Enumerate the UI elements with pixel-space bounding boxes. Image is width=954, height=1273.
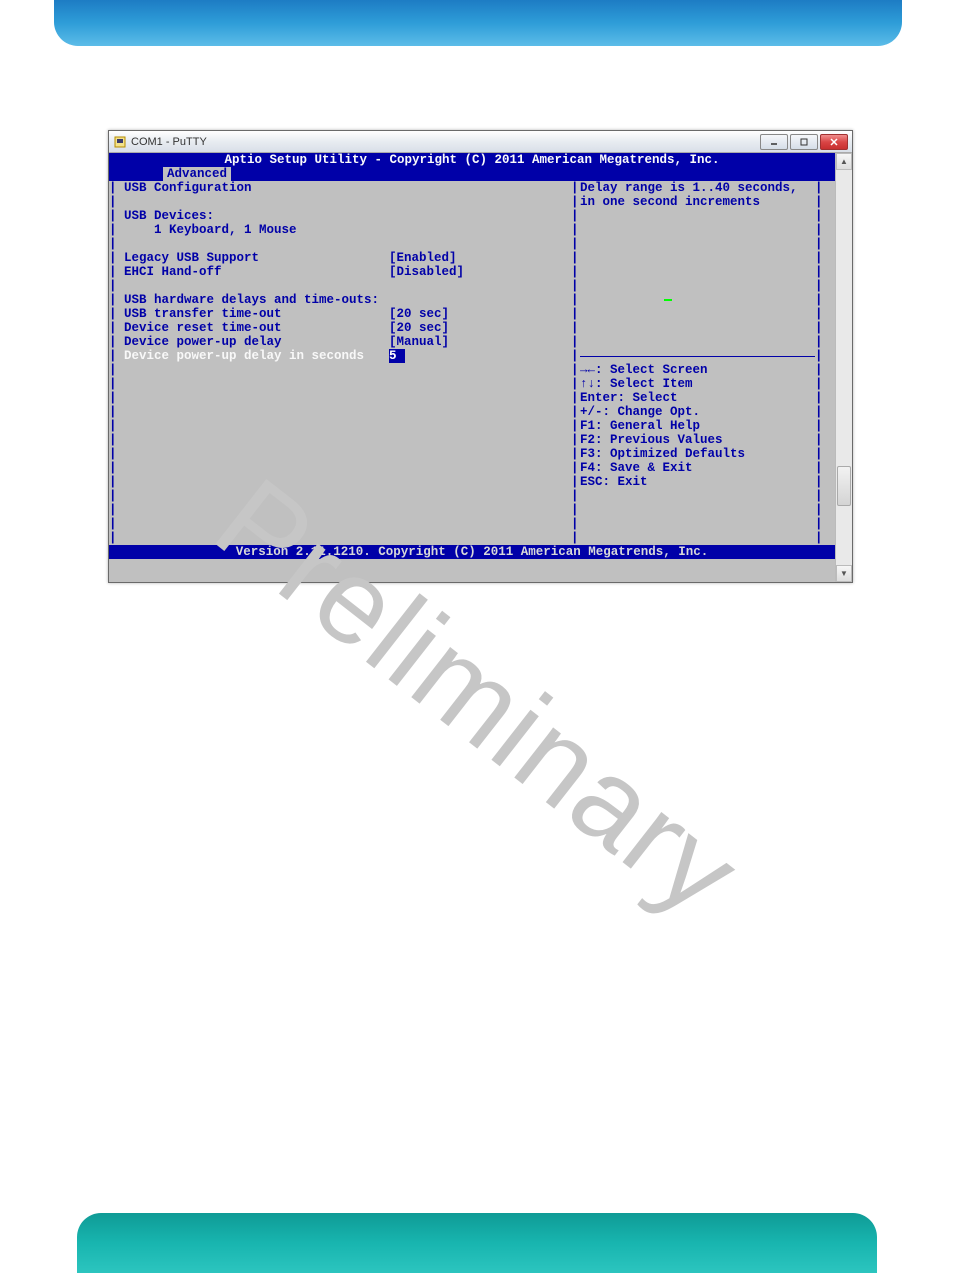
- selected-setting-value[interactable]: 5: [389, 349, 405, 363]
- scroll-thumb[interactable]: [837, 466, 851, 506]
- maximize-button[interactable]: [790, 134, 818, 150]
- nav-hint: F3: Optimized Defaults: [580, 447, 745, 461]
- usb-devices-label: USB Devices:: [124, 209, 214, 223]
- help-line-1: Delay range is 1..40 seconds,: [580, 181, 798, 195]
- setting-label[interactable]: USB transfer time-out: [124, 307, 282, 321]
- tab-advanced[interactable]: Advanced: [163, 167, 231, 181]
- setting-label[interactable]: Device reset time-out: [124, 321, 282, 335]
- bios-footer: Version 2.11.1210. Copyright (C) 2011 Am…: [109, 545, 835, 559]
- setting-value[interactable]: [20 sec]: [389, 307, 449, 321]
- usb-devices-value: 1 Keyboard, 1 Mouse: [154, 223, 297, 237]
- window-controls: [760, 134, 848, 150]
- nav-hint: F1: General Help: [580, 419, 700, 433]
- minimize-button[interactable]: [760, 134, 788, 150]
- terminal-content[interactable]: Aptio Setup Utility - Copyright (C) 2011…: [109, 153, 835, 582]
- scroll-up-button[interactable]: ▲: [836, 153, 852, 170]
- terminal-cursor: [664, 299, 672, 301]
- scrollbar[interactable]: ▲ ▼: [835, 153, 852, 582]
- scroll-track[interactable]: [836, 170, 852, 565]
- selected-setting-label[interactable]: Device power-up delay in seconds: [124, 349, 364, 363]
- top-banner: [54, 0, 902, 46]
- window-title: COM1 - PuTTY: [131, 136, 760, 148]
- scroll-down-button[interactable]: ▼: [836, 565, 852, 582]
- nav-hint: ↑↓: Select Item: [580, 377, 693, 391]
- bottom-banner: [77, 1213, 877, 1273]
- nav-hint: ESC: Exit: [580, 475, 648, 489]
- bios-header: Aptio Setup Utility - Copyright (C) 2011…: [109, 153, 835, 167]
- bios-tab-row: Advanced: [109, 167, 835, 181]
- nav-hint: →←: Select Screen: [580, 363, 708, 377]
- nav-hint: +/-: Change Opt.: [580, 405, 700, 419]
- usb-config-title: USB Configuration: [124, 181, 252, 195]
- putty-window: COM1 - PuTTY Aptio Setup Utility - Copyr…: [108, 130, 853, 583]
- subsection-label: USB hardware delays and time-outs:: [124, 293, 379, 307]
- setting-value[interactable]: [Manual]: [389, 335, 449, 349]
- terminal-area: Aptio Setup Utility - Copyright (C) 2011…: [109, 153, 852, 582]
- help-line-2: in one second increments: [580, 195, 760, 209]
- setting-label[interactable]: Device power-up delay: [124, 335, 282, 349]
- setting-value[interactable]: [20 sec]: [389, 321, 449, 335]
- nav-hint: F2: Previous Values: [580, 433, 723, 447]
- help-divider: [580, 356, 815, 357]
- bios-body: |USB Configuration|Delay range is 1..40 …: [109, 181, 835, 545]
- close-button[interactable]: [820, 134, 848, 150]
- putty-icon: [113, 135, 127, 149]
- setting-value[interactable]: [Enabled]: [389, 251, 457, 265]
- setting-label[interactable]: EHCI Hand-off: [124, 265, 222, 279]
- nav-hint: F4: Save & Exit: [580, 461, 693, 475]
- setting-value[interactable]: [Disabled]: [389, 265, 464, 279]
- nav-hint: Enter: Select: [580, 391, 678, 405]
- setting-label[interactable]: Legacy USB Support: [124, 251, 259, 265]
- window-titlebar[interactable]: COM1 - PuTTY: [109, 131, 852, 153]
